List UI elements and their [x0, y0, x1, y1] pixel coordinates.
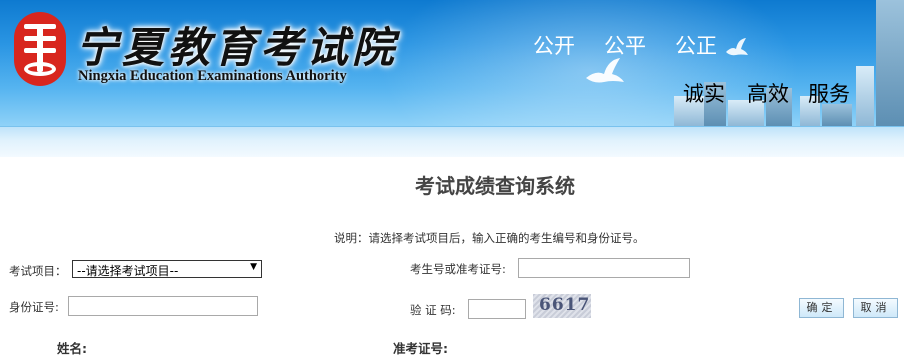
cancel-button[interactable]: 取消: [853, 298, 898, 318]
exam-item-selected-value: --请选择考试项目--: [77, 264, 179, 278]
page-title: 考试成绩查询系统: [415, 174, 575, 198]
captcha-image[interactable]: 6617: [533, 294, 591, 318]
logo-english-name: Ningxia Education Examinations Authority: [78, 68, 347, 84]
candidate-number-label: 考生号或准考证号:: [410, 262, 506, 276]
header-divider-strip: [0, 126, 904, 157]
logo-seal-icon: [14, 12, 66, 86]
dove-icon: [586, 58, 624, 83]
instruction-text: 说明：请选择考试项目后，输入正确的考生编号和身份证号。: [334, 231, 645, 245]
id-number-input[interactable]: [68, 296, 258, 316]
result-name-label: 姓名:: [57, 341, 87, 356]
confirm-button[interactable]: 确定: [799, 298, 844, 318]
exam-item-select[interactable]: --请选择考试项目-- ▼: [72, 260, 262, 278]
candidate-number-input[interactable]: [518, 258, 690, 278]
logo-chinese-name: 宁夏教育考试院: [76, 23, 399, 72]
captcha-input[interactable]: [468, 299, 526, 319]
dropdown-arrow-icon: ▼: [250, 262, 257, 272]
slogan-efficiency: 高效: [747, 82, 789, 106]
small-dove-icon: [726, 38, 748, 56]
captcha-label: 验 证 码:: [410, 303, 456, 317]
slogan-honesty: 诚实: [683, 82, 725, 106]
slogan-openness: 公开: [533, 34, 575, 58]
slogan-service: 服务: [808, 82, 850, 106]
exam-item-label: 考试项目：: [9, 264, 67, 278]
result-ticket-label: 准考证号:: [393, 341, 448, 356]
header-banner: 宁夏教育考试院 Ningxia Education Examinations A…: [0, 0, 904, 126]
id-number-label: 身份证号:: [9, 300, 59, 314]
captcha-code: 6617: [539, 295, 591, 315]
